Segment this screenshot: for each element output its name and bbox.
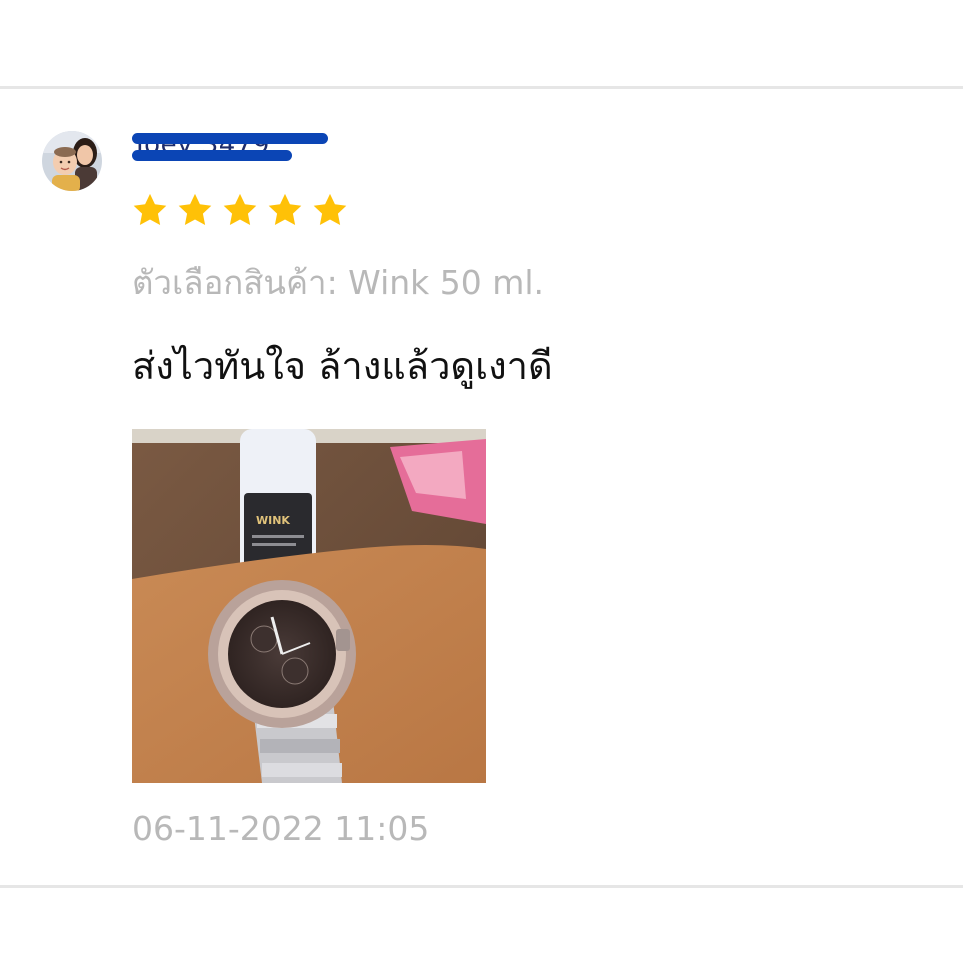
review-comment: ส่งไวทันใจ ล้างแล้วดูเงาดี <box>132 344 553 388</box>
username: Ioey 3479 <box>132 128 332 164</box>
svg-text:WINK: WINK <box>256 514 290 527</box>
review-page: Ioey 3479 ตัวเลือกสินค้า: Wink 50 ml. ส่… <box>0 0 963 963</box>
star-icon <box>223 193 257 226</box>
review-photo[interactable]: WINK <box>132 429 486 783</box>
star-icon <box>133 193 167 226</box>
product-variation: ตัวเลือกสินค้า: Wink 50 ml. <box>132 263 545 302</box>
star-rating <box>131 191 349 229</box>
star-icon <box>268 193 302 226</box>
top-divider <box>0 86 963 89</box>
redaction-bar <box>132 150 292 161</box>
star-icon <box>313 193 347 226</box>
watch-photo-image: WINK <box>132 429 486 783</box>
bottom-divider <box>0 885 963 888</box>
redaction-bar <box>132 133 328 144</box>
star-icon <box>178 193 212 226</box>
review-timestamp: 06-11-2022 11:05 <box>132 809 430 848</box>
avatar[interactable] <box>42 131 102 191</box>
avatar-photo <box>42 131 102 191</box>
